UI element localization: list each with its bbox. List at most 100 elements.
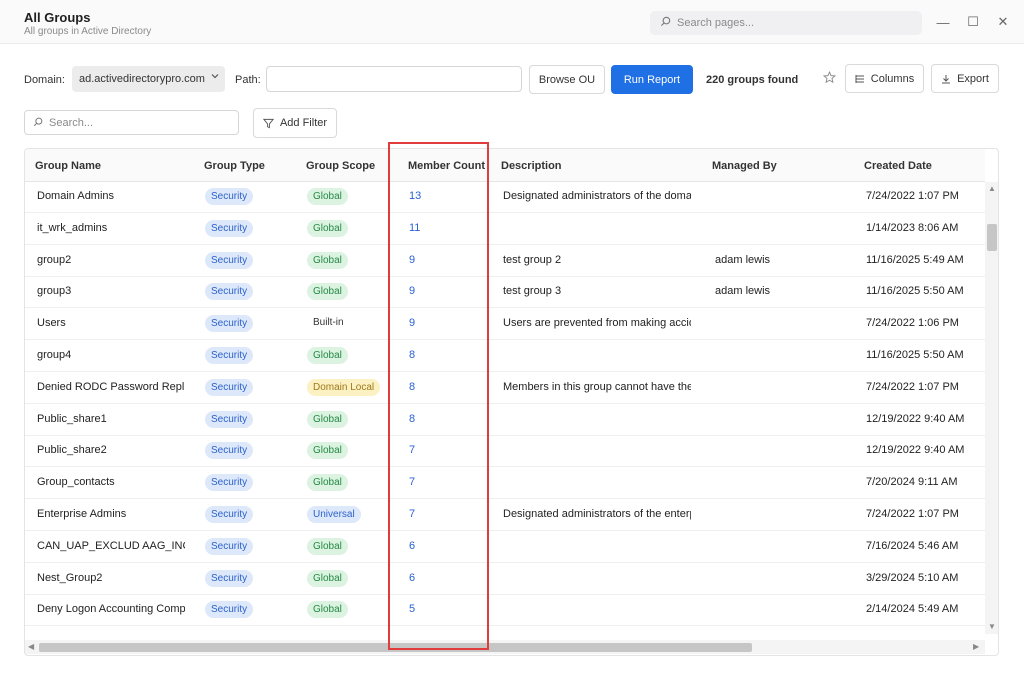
vertical-scrollbar[interactable]: ▲ ▼ [985,182,998,634]
group-type-badge: Security [205,601,254,619]
column-header-group-name[interactable]: Group Name [35,160,101,172]
group-type-badge: Security [205,283,254,301]
scroll-right-arrow-icon[interactable]: ▶ [973,642,979,651]
member-count-cell[interactable]: 6 [409,572,415,584]
member-count-cell[interactable]: 6 [409,540,415,552]
group-name-cell: Enterprise Admins [37,508,127,520]
domain-value: ad.activedirectorypro.com [79,73,205,85]
table-row[interactable]: Nest_Group2 Security Global 6 3/29/2024 5:10… [25,563,985,595]
group-name-cell: Denied RODC Password Replicat [37,380,185,393]
description-cell: Users are prevented from making accident [503,317,691,330]
created-date-cell: 7/16/2024 5:46 AM [866,539,959,552]
page-subtitle: All groups in Active Directory [24,26,152,37]
group-scope-badge: Universal [307,506,361,523]
add-filter-label: Add Filter [279,117,328,129]
group-name-cell: group3 [37,285,72,298]
group-name-cell: Public_share2 [37,444,107,457]
member-count-cell[interactable]: 7 [409,508,415,520]
browse-ou-button[interactable]: Browse OU [529,65,605,94]
scroll-left-arrow-icon[interactable]: ◀ [28,642,34,651]
table-row[interactable]: group2 Security Global 9 test group 2 adam le… [25,245,985,277]
maximize-button[interactable]: ☐ [963,12,983,32]
table-row[interactable]: Domain Admins Security Global 13 Designated … [25,181,985,213]
table-search-box[interactable] [24,110,239,135]
column-header-group-scope[interactable]: Group Scope [306,160,375,172]
title-bar: All Groups All groups in Active Director… [0,0,1024,44]
column-header-description[interactable]: Description [501,160,562,172]
table-row[interactable]: Users Security Built-in 9 Users are prevente… [25,308,985,341]
table-row[interactable]: group3 Security Global 9 test group 3 adam le… [25,276,985,309]
horizontal-scrollbar[interactable]: ◀ ▶ [25,640,985,654]
minimize-button[interactable]: — [933,12,953,32]
description-cell: Designated administrators of the enterpr… [503,508,691,520]
export-label: Export [957,72,989,85]
group-type-badge: Security [205,569,254,587]
member-count-cell[interactable]: 9 [409,285,415,297]
member-count-cell[interactable]: 7 [409,444,415,456]
column-header-managed-by[interactable]: Managed By [712,160,777,172]
group-name-cell: Nest_Group2 [37,571,103,584]
table-row-partial [25,626,985,641]
page-search-box[interactable] [650,11,922,35]
scroll-down-arrow-icon[interactable]: ▼ [988,622,996,631]
member-count-cell[interactable]: 7 [409,476,415,488]
group-scope-badge: Global [307,474,348,492]
created-date-cell: 1/14/2023 8:06 AM [866,221,959,234]
filter-icon [262,118,274,129]
group-type-badge: Security [205,410,254,428]
scroll-up-arrow-icon[interactable]: ▲ [988,184,996,193]
page-title: All Groups [24,10,91,25]
close-button[interactable]: ✕ [993,12,1013,32]
column-header-member-count[interactable]: Member Count [408,160,485,172]
member-count-cell[interactable]: 9 [409,317,415,329]
group-type-badge: Security [205,378,254,396]
group-name-cell: it_wrk_admins [37,221,108,234]
horizontal-scroll-thumb[interactable] [39,643,752,652]
star-icon[interactable] [822,70,837,87]
path-input[interactable] [266,66,522,92]
table-search-input[interactable] [49,116,229,129]
group-name-cell: CAN_UAP_EXCLUD AAG_INCLUD [37,539,185,552]
table-row[interactable]: Group_contacts Security Global 7 7/20/2024 9… [25,467,985,500]
group-scope-badge: Global [307,188,348,205]
table-row[interactable]: group4 Security Global 8 11/16/2025 5:50 AM [25,340,985,372]
description-cell: test group 2 [503,253,562,266]
group-name-cell: Domain Admins [37,190,115,202]
columns-button[interactable]: Columns [845,64,924,93]
table-row[interactable]: it_wrk_admins Security Global 11 1/14/2023 8… [25,213,985,245]
member-count-cell[interactable]: 9 [409,254,415,266]
column-header-created-date[interactable]: Created Date [864,160,932,172]
table-row[interactable]: Public_share1 Security Global 8 12/19/2022 9… [25,404,985,436]
vertical-scroll-thumb[interactable] [987,224,997,251]
domain-select[interactable]: ad.activedirectorypro.com [72,66,225,92]
group-type-badge: Security [205,474,254,492]
member-count-cell[interactable]: 11 [409,222,420,234]
table-row[interactable]: CAN_UAP_EXCLUD AAG_INCLUD Security Global 6… [25,531,985,563]
group-type-badge: Security [205,188,254,205]
member-count-cell[interactable]: 5 [409,603,415,615]
group-type-badge: Security [205,347,254,364]
table-row[interactable]: Public_share2 Security Global 7 12/19/2022 9… [25,435,985,468]
created-date-cell: 11/16/2025 5:50 AM [866,285,964,298]
group-scope-badge: Global [307,219,348,237]
member-count-cell[interactable]: 8 [409,349,415,361]
group-type-badge: Security [205,506,254,523]
group-type-badge: Security [205,442,254,460]
member-count-cell[interactable]: 8 [409,413,415,425]
table-row[interactable]: Denied RODC Password Replicat Security Dom… [25,372,985,404]
table-row[interactable]: Deny Logon Accounting Comput Security Glob… [25,594,985,627]
group-scope-badge: Global [307,569,348,587]
export-button[interactable]: Export [931,64,999,93]
run-report-button[interactable]: Run Report [611,65,693,94]
result-count: 220 groups found [706,74,799,86]
created-date-cell: 7/24/2022 1:07 PM [866,380,959,393]
table-row[interactable]: Enterprise Admins Security Universal 7 Desig… [25,499,985,531]
created-date-cell: 2/14/2024 5:49 AM [866,603,959,616]
column-header-group-type[interactable]: Group Type [204,160,265,172]
member-count-cell[interactable]: 13 [409,190,421,202]
add-filter-button[interactable]: Add Filter [253,108,337,138]
page-search-input[interactable] [677,17,907,29]
group-type-badge: Security [205,251,254,269]
group-scope-badge: Global [307,537,348,555]
member-count-cell[interactable]: 8 [409,381,415,393]
